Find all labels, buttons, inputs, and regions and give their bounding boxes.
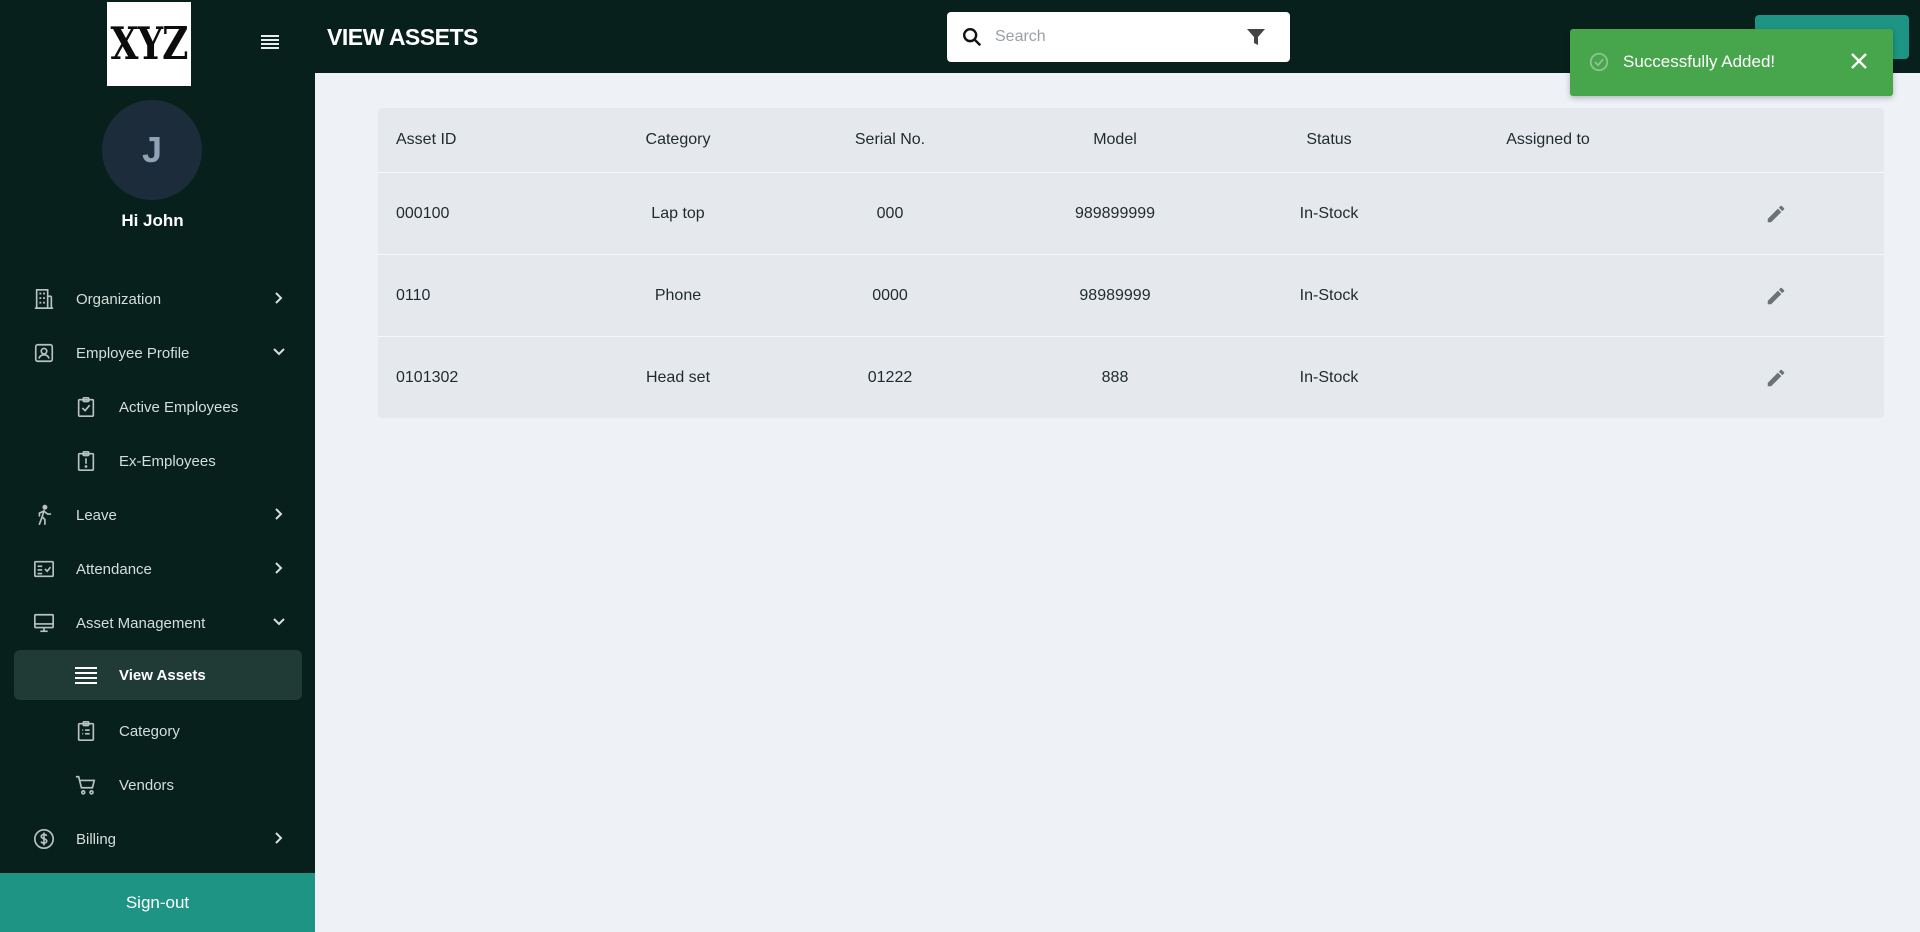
sidebar-item-category[interactable]: Category <box>14 706 302 756</box>
cell-model: 98989999 <box>1079 286 1151 304</box>
cell-category: Head set <box>645 368 711 386</box>
chevron-right-icon <box>272 291 286 305</box>
avatar: J <box>102 100 202 200</box>
sign-out-button[interactable]: Sign-out <box>0 873 315 932</box>
checklist-icon <box>32 557 56 581</box>
logo-text: XYZ <box>110 17 189 71</box>
cell-serial-no: 01222 <box>867 368 913 386</box>
clipboard-check-icon <box>74 395 98 419</box>
sidebar-item-view-assets[interactable]: View Assets <box>14 650 302 700</box>
cell-actions <box>1756 255 1796 336</box>
table-row: 0110 Phone 0000 98989999 In-Stock <box>378 254 1884 336</box>
user-greeting: Hi John <box>121 211 184 230</box>
check-circle-icon <box>1588 51 1610 78</box>
cell-category: Lap top <box>651 204 705 222</box>
cell-status: In-Stock <box>1299 368 1359 386</box>
column-header-status: Status <box>1306 131 1352 148</box>
cell-serial-no: 000 <box>876 204 904 222</box>
column-header-model: Model <box>1093 131 1137 148</box>
success-toast: Successfully Added! <box>1570 29 1893 96</box>
cell-category: Phone <box>654 286 702 304</box>
sidebar-item-label: Ex-Employees <box>119 452 216 470</box>
column-header-serial-no: Serial No. <box>854 131 926 148</box>
edit-pencil-icon[interactable] <box>1760 280 1792 312</box>
sidebar-item-active-employees[interactable]: Active Employees <box>14 382 302 432</box>
chevron-right-icon <box>272 561 286 575</box>
sidebar-item-label: Organization <box>76 290 162 308</box>
company-logo: XYZ <box>107 2 191 86</box>
search-input[interactable] <box>995 23 1225 51</box>
cell-assigned-to <box>1448 337 1648 418</box>
column-header-assigned-to: Assigned to <box>1506 131 1590 148</box>
cell-asset-id: 0110 <box>396 286 431 304</box>
chevron-down-icon <box>272 345 286 359</box>
cell-asset-id: 000100 <box>396 204 450 222</box>
cell-model: 989899999 <box>1074 204 1156 222</box>
list-icon <box>74 663 98 687</box>
cell-assigned-to <box>1448 173 1648 254</box>
sidebar-item-label: Attendance <box>76 560 152 578</box>
cell-actions <box>1756 337 1796 418</box>
edit-pencil-icon[interactable] <box>1760 198 1792 230</box>
walking-person-icon <box>32 503 56 527</box>
id-card-icon <box>32 341 56 365</box>
avatar-initial: J <box>141 129 163 170</box>
toast-message: Successfully Added! <box>1623 52 1776 71</box>
sidebar-item-label: View Assets <box>119 666 206 684</box>
sidebar-item-label: Leave <box>76 506 117 524</box>
sidebar-item-label: Category <box>119 722 180 740</box>
sidebar: XYZ J Hi John Organization Employee Prof… <box>0 0 315 932</box>
filter-icon[interactable] <box>1246 27 1266 52</box>
column-header-category: Category <box>645 131 711 148</box>
dollar-circle-icon <box>32 827 56 851</box>
edit-pencil-icon[interactable] <box>1760 362 1792 394</box>
chevron-right-icon <box>272 831 286 845</box>
column-header-asset-id: Asset ID <box>396 131 457 148</box>
cell-actions <box>1756 173 1796 254</box>
cell-serial-no: 0000 <box>872 286 908 304</box>
close-icon[interactable] <box>1849 51 1869 76</box>
sidebar-item-vendors[interactable]: Vendors <box>14 760 302 810</box>
sidebar-item-label: Employee Profile <box>76 344 190 362</box>
building-icon <box>32 287 56 311</box>
clipboard-alert-icon <box>74 449 98 473</box>
sidebar-item-attendance[interactable]: Attendance <box>14 544 302 594</box>
hamburger-menu-icon[interactable] <box>258 30 282 54</box>
table-row: 0101302 Head set 01222 888 In-Stock <box>378 336 1884 418</box>
cell-status: In-Stock <box>1299 286 1359 304</box>
app-root: XYZ J Hi John Organization Employee Prof… <box>0 0 1920 932</box>
chevron-down-icon <box>272 615 286 629</box>
clipboard-list-icon <box>74 719 98 743</box>
assets-table: Asset ID Category Serial No. Model Statu… <box>378 108 1884 418</box>
cell-asset-id: 0101302 <box>396 368 459 386</box>
sidebar-item-label: Active Employees <box>119 398 239 416</box>
cell-assigned-to <box>1448 255 1648 336</box>
table-header-row: Asset ID Category Serial No. Model Statu… <box>378 108 1884 172</box>
page-title: VIEW ASSETS <box>327 24 478 50</box>
shopping-cart-icon <box>74 773 98 797</box>
sidebar-item-organization[interactable]: Organization <box>14 274 302 324</box>
search-icon <box>961 26 983 53</box>
sidebar-item-employee-profile[interactable]: Employee Profile <box>14 328 302 378</box>
table-row: 000100 Lap top 000 989899999 In-Stock <box>378 172 1884 254</box>
chevron-right-icon <box>272 507 286 521</box>
sidebar-item-billing[interactable]: Billing <box>14 814 302 864</box>
sidebar-item-leave[interactable]: Leave <box>14 490 302 540</box>
search-box <box>947 12 1290 62</box>
sidebar-item-label: Asset Management <box>76 614 206 632</box>
cell-model: 888 <box>1101 368 1129 386</box>
cell-status: In-Stock <box>1299 204 1359 222</box>
sidebar-item-label: Vendors <box>119 776 175 794</box>
monitor-icon <box>32 611 56 635</box>
sidebar-item-asset-management[interactable]: Asset Management <box>14 598 302 648</box>
sidebar-item-ex-employees[interactable]: Ex-Employees <box>14 436 302 486</box>
sidebar-item-label: Billing <box>76 830 117 848</box>
